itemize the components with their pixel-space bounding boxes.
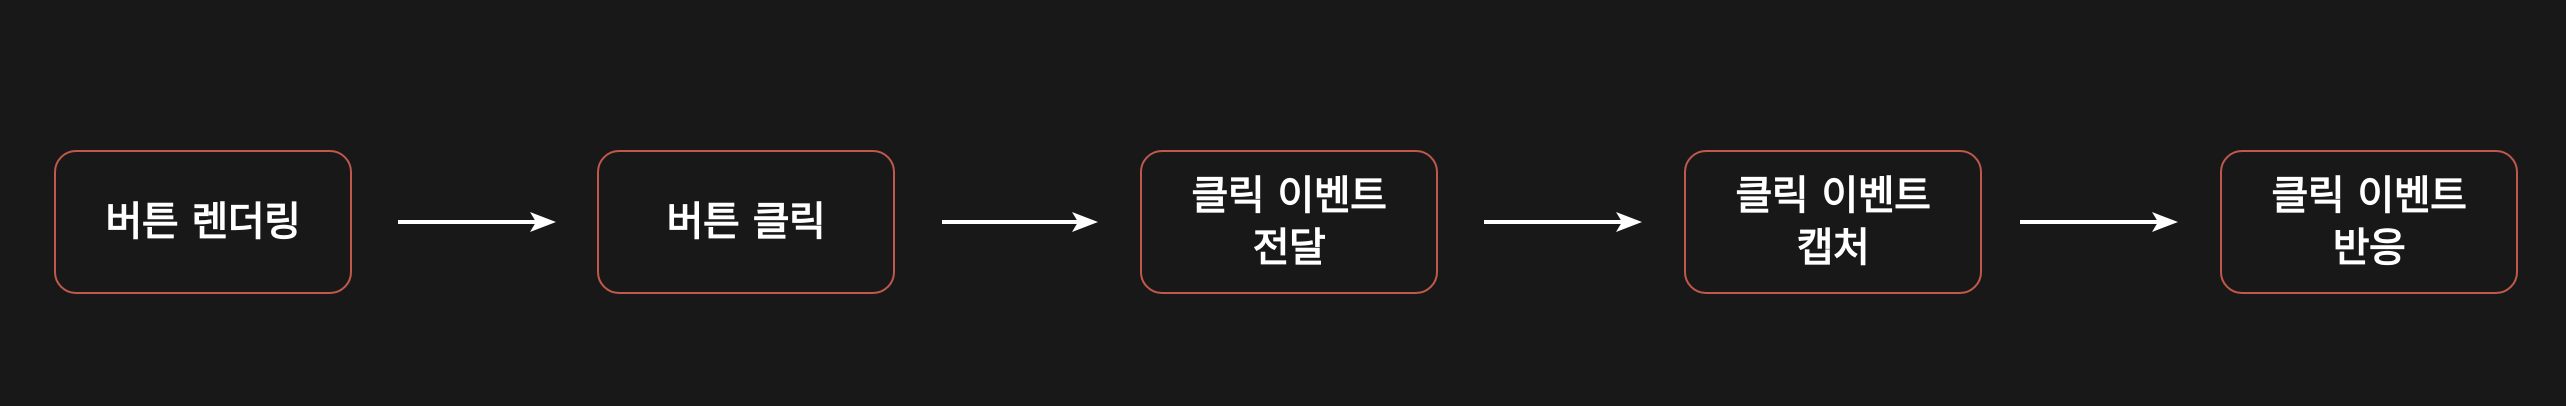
node-label: 클릭 이벤트 캡처 [1735,173,1931,271]
arrow-1-head [530,212,556,232]
node-click-event-capture: 클릭 이벤트 캡처 [1684,150,1982,294]
node-button-render: 버튼 렌더링 [54,150,352,294]
node-label: 클릭 이벤트 전달 [1191,173,1387,271]
arrow-2-head [1072,212,1098,232]
arrow-2 [942,212,1098,232]
arrow-1 [398,212,556,232]
arrow-4 [2020,212,2178,232]
node-label: 버튼 렌더링 [105,199,301,245]
arrow-3-head [1616,212,1642,232]
node-label: 클릭 이벤트 반응 [2271,173,2467,271]
node-button-click: 버튼 클릭 [597,150,895,294]
flow-diagram: 버튼 렌더링 버튼 클릭 클릭 이벤트 전달 클릭 이벤트 캡처 클릭 이벤트 … [0,0,2566,406]
node-label: 버튼 클릭 [666,199,826,245]
arrow-3 [1484,212,1642,232]
node-click-event-dispatch: 클릭 이벤트 전달 [1140,150,1438,294]
arrow-4-head [2152,212,2178,232]
node-click-event-react: 클릭 이벤트 반응 [2220,150,2518,294]
